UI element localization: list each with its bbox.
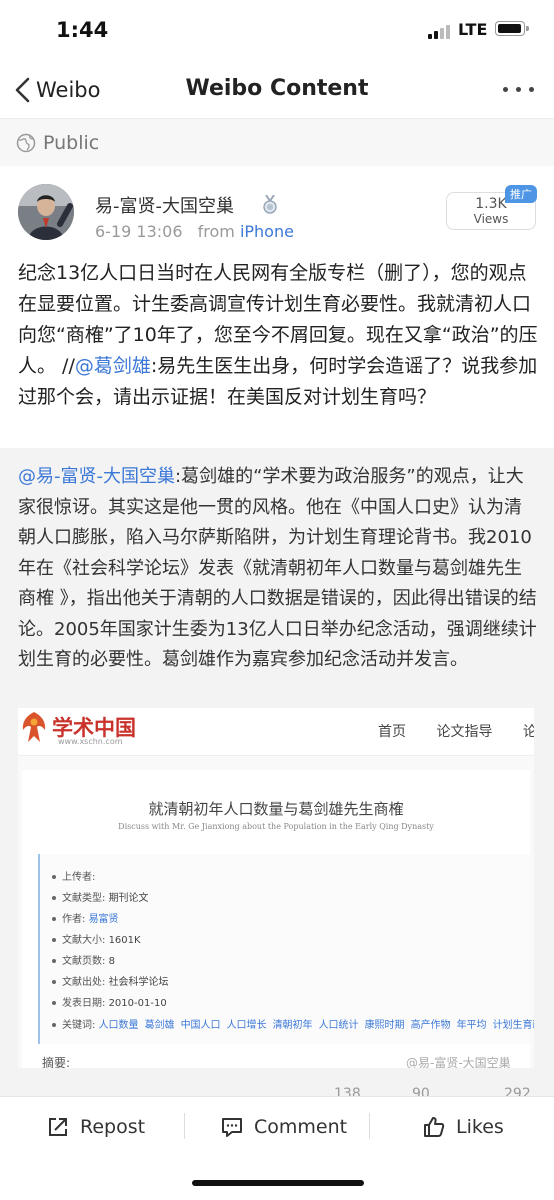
info-row: 文献大小: 1601K — [52, 931, 141, 946]
site-nav-item: 论文发表 — [522, 724, 534, 740]
repost-label: Repost — [80, 1116, 146, 1138]
info-row: 作者: 易富贤 — [52, 910, 125, 925]
divider — [369, 1113, 370, 1139]
medal-icon — [263, 195, 277, 214]
info-row: 上传者: — [52, 868, 95, 883]
views-badge[interactable]: 1.3K Views 推广 — [446, 185, 537, 230]
comment-icon — [222, 1118, 242, 1137]
site-url: www.xschn.com — [58, 737, 123, 746]
keyword: 年平均 — [456, 1020, 487, 1031]
globe-icon — [16, 133, 36, 153]
likes-label: Likes — [456, 1116, 504, 1138]
battery-icon — [495, 21, 529, 36]
keyword: 人口增长 — [226, 1020, 267, 1031]
keyword: 人口数量 — [98, 1020, 139, 1031]
weibo-post: 易-富贤-大国空巢 6-19 13:06 from iPhone 1.3K Vi… — [0, 166, 554, 448]
keyword: 康熙时期 — [364, 1020, 405, 1031]
site-nav-item: 首页 — [378, 724, 406, 740]
keyword: 清朝初年 — [272, 1020, 313, 1031]
abstract-label: 摘要: — [42, 1056, 71, 1068]
visibility-bar: Public — [0, 118, 554, 166]
paper-subtitle: Discuss with Mr. Ge Jianxiong about the … — [118, 822, 434, 831]
quoted-text: @易-富贤-大国空巢:葛剑雄的“学术要为政治服务”的观点，让大家很惊讶。其实这是… — [18, 462, 538, 676]
promo-tag: 推广 — [505, 185, 537, 203]
paper-info: 上传者: 文献类型: 期刊论文 作者: 易富贤 文献大小: 1601K 文献页数… — [38, 854, 534, 1044]
source-prefix: from — [197, 222, 235, 241]
like-button[interactable]: Likes — [422, 1097, 504, 1157]
ellipsis-icon[interactable] — [503, 87, 537, 95]
site-nav: 首页 论文指导 论文发表 — [378, 721, 534, 741]
post-meta: 6-19 13:06 from iPhone — [95, 222, 294, 241]
avatar[interactable] — [18, 184, 74, 240]
info-row: 文献页数: 8 — [52, 952, 115, 967]
page-title: Weibo Content — [185, 76, 369, 101]
info-row: 发表日期: 2010-01-10 — [52, 994, 167, 1009]
site-header: 学术中国 www.xschn.com 首页 论文指导 论文发表 — [18, 708, 534, 756]
nav-bar: Weibo Weibo Content — [0, 60, 554, 118]
quoted-mention-link[interactable]: @易-富贤-大国空巢 — [18, 466, 175, 487]
share-icon — [49, 1118, 67, 1136]
action-bar: Repost Comment Likes — [0, 1096, 554, 1156]
home-indicator — [192, 1180, 364, 1186]
info-row: 文献类型: 期刊论文 — [52, 889, 149, 904]
site-nav-item: 论文指导 — [436, 724, 493, 740]
keyword: 计划生育政策 — [492, 1020, 534, 1031]
quoted-image[interactable]: 学术中国 www.xschn.com 首页 论文指导 论文发表 就清朝初年人口数… — [18, 708, 534, 1068]
keywords-row: 关键词: 人口数量 葛剑雄 中国人口 人口增长 清朝初年 人口统计 康熙时期 高产作物 年平均计… — [52, 1016, 534, 1031]
keyword: 高产作物 — [410, 1020, 451, 1031]
comment-button[interactable]: Comment — [220, 1097, 347, 1157]
network-label: LTE — [458, 20, 488, 39]
status-bar: 1:44 LTE — [0, 0, 554, 60]
post-source[interactable]: iPhone — [240, 222, 294, 241]
quoted-post[interactable]: @易-富贤-大国空巢:葛剑雄的“学术要为政治服务”的观点，让大家很惊讶。其实这是… — [0, 448, 554, 1096]
keyword: 中国人口 — [180, 1020, 221, 1031]
comment-label: Comment — [254, 1116, 348, 1138]
quoted-text-body: :葛剑雄的“学术要为政治服务”的观点，让大家很惊讶。其实这是他一贯的风格。他在《… — [18, 466, 537, 670]
mention-link[interactable]: @葛剑雄 — [75, 355, 151, 377]
visibility-label: Public — [43, 132, 100, 154]
post-text: 纪念13亿人口日当时在人民网有全版专栏（删了），您的观点在显要位置。计生委高调宣… — [18, 258, 538, 413]
divider — [184, 1113, 185, 1139]
keyword: 人口统计 — [318, 1020, 359, 1031]
author-name[interactable]: 易-富贤-大国空巢 — [95, 192, 234, 218]
info-row: 文献出处: 社会科学论坛 — [52, 973, 169, 988]
site-logo-icon — [22, 712, 46, 742]
paper-card: 就清朝初年人口数量与葛剑雄先生商榷 Discuss with Mr. Ge Ji… — [22, 770, 534, 1068]
keyword: 葛剑雄 — [144, 1020, 175, 1031]
paper-title: 就清朝初年人口数量与葛剑雄先生商榷 — [148, 800, 404, 818]
signal-icon — [428, 23, 452, 39]
views-label: Views — [473, 212, 509, 226]
status-time: 1:44 — [56, 18, 109, 42]
thumbs-up-icon — [424, 1117, 445, 1137]
post-time: 6-19 13:06 — [95, 222, 183, 241]
repost-button[interactable]: Repost — [46, 1097, 145, 1157]
watermark: @易-富贤-大国空巢 — [406, 1056, 511, 1068]
